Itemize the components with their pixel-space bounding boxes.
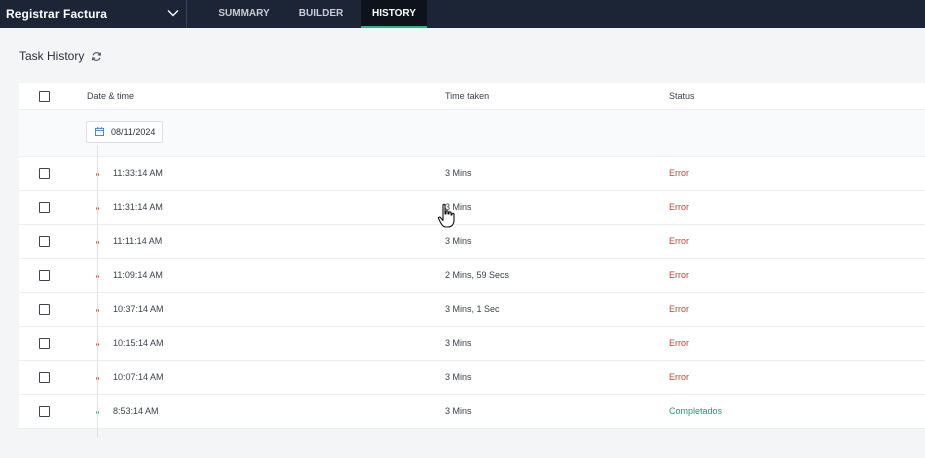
tab-summary[interactable]: SUMMARY — [207, 0, 281, 28]
page-header: Task History — [19, 49, 102, 63]
row-checkbox[interactable] — [39, 372, 50, 383]
timeline-line — [97, 145, 98, 438]
row-time: 11:09:14 AM — [113, 270, 163, 280]
history-table: Date & time Time taken Status 08/11/2024… — [19, 83, 925, 429]
refresh-icon[interactable] — [91, 51, 102, 62]
select-all-checkbox[interactable] — [39, 91, 50, 102]
row-time: 11:31:14 AM — [113, 202, 163, 212]
column-time-taken: Time taken — [445, 91, 490, 101]
flow-name: Registrar Factura — [6, 7, 108, 21]
row-time: 10:37:14 AM — [113, 304, 164, 314]
row-time: 10:07:14 AM — [113, 372, 164, 382]
status-badge: Completados — [669, 406, 723, 416]
table-row[interactable]: 10:07:14 AM 3 Mins Error — [19, 361, 925, 395]
row-checkbox[interactable] — [39, 270, 50, 281]
status-badge: Error — [669, 338, 689, 348]
row-time: 8:53:14 AM — [113, 406, 159, 416]
row-duration: 3 Mins — [445, 168, 472, 178]
tab-builder[interactable]: BUILDER — [284, 0, 358, 28]
top-nav: Registrar Factura SUMMARY BUILDER HISTOR… — [0, 0, 925, 28]
row-duration: 3 Mins — [445, 372, 472, 382]
table-row[interactable]: 8:53:14 AM 3 Mins Completados — [19, 395, 925, 429]
row-checkbox[interactable] — [39, 338, 50, 349]
status-badge: Error — [669, 270, 689, 280]
row-duration: 2 Mins, 59 Secs — [445, 270, 510, 280]
table-row[interactable]: 10:15:14 AM 3 Mins Error — [19, 327, 925, 361]
row-checkbox[interactable] — [39, 168, 50, 179]
page-title: Task History — [19, 49, 85, 63]
row-time: 11:33:14 AM — [113, 168, 163, 178]
table-row[interactable]: 11:11:14 AM 3 Mins Error — [19, 225, 925, 259]
row-duration: 3 Mins — [445, 202, 472, 212]
date-group-row: 08/11/2024 — [19, 110, 925, 157]
status-badge: Error — [669, 236, 689, 246]
row-time: 11:11:14 AM — [113, 236, 163, 246]
table-row[interactable]: 11:31:14 AM 3 Mins Error — [19, 191, 925, 225]
status-badge: Error — [669, 202, 689, 212]
table-header: Date & time Time taken Status — [19, 83, 925, 110]
status-badge: Error — [669, 168, 689, 178]
status-badge: Error — [669, 304, 689, 314]
row-time: 10:15:14 AM — [113, 338, 164, 348]
calendar-icon — [95, 127, 104, 136]
row-checkbox[interactable] — [39, 236, 50, 247]
column-date-time: Date & time — [87, 91, 135, 101]
table-row[interactable]: 11:09:14 AM 2 Mins, 59 Secs Error — [19, 259, 925, 293]
row-checkbox[interactable] — [39, 304, 50, 315]
status-badge: Error — [669, 372, 689, 382]
table-row[interactable]: 11:33:14 AM 3 Mins Error — [19, 157, 925, 191]
column-status: Status — [669, 91, 695, 101]
tab-history[interactable]: HISTORY — [361, 0, 427, 28]
date-label: 08/11/2024 — [111, 127, 156, 137]
table-row[interactable]: 10:37:14 AM 3 Mins, 1 Sec Error — [19, 293, 925, 327]
row-checkbox[interactable] — [39, 406, 50, 417]
row-duration: 3 Mins — [445, 236, 472, 246]
flow-selector[interactable]: Registrar Factura — [0, 0, 187, 28]
row-duration: 3 Mins — [445, 338, 472, 348]
date-chip: 08/11/2024 — [86, 121, 164, 143]
row-checkbox[interactable] — [39, 202, 50, 213]
row-duration: 3 Mins — [445, 406, 472, 416]
chevron-down-icon — [167, 10, 179, 17]
row-duration: 3 Mins, 1 Sec — [445, 304, 500, 314]
